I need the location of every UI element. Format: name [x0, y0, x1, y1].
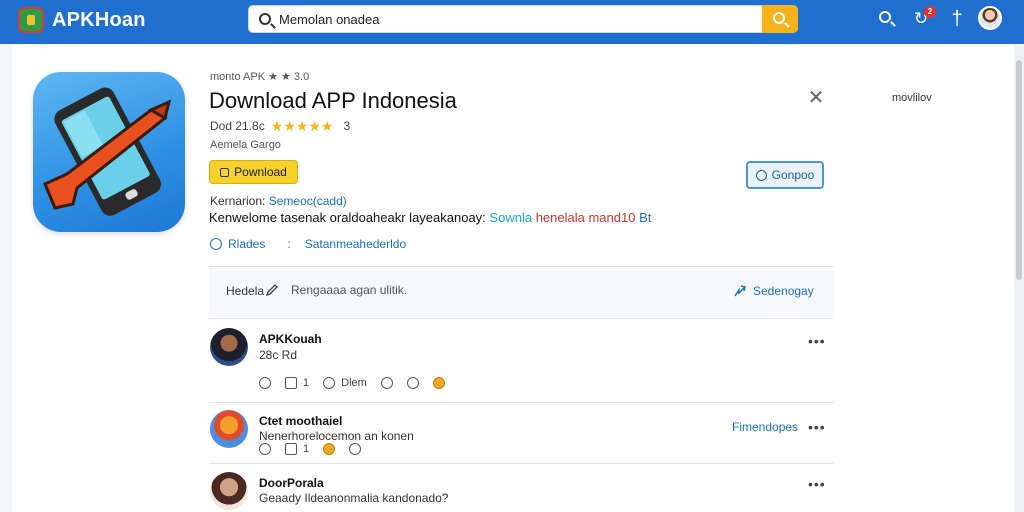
divider: [209, 318, 834, 319]
sidebar-label[interactable]: movlilov: [892, 92, 932, 104]
comment-actions: 1 Dlem: [259, 375, 445, 391]
comment-author[interactable]: DoorPorala: [259, 476, 324, 490]
rating-count: 3: [343, 119, 351, 133]
more-options-icon[interactable]: •••: [808, 334, 825, 348]
comment-avatar[interactable]: [210, 410, 248, 448]
description-highlight[interactable]: henelala mand10: [536, 210, 636, 225]
share-comment-icon[interactable]: [323, 377, 336, 389]
version-label: Kernarion:: [210, 194, 266, 208]
more-options-icon[interactable]: •••: [808, 420, 825, 434]
emoji-icon[interactable]: [323, 443, 336, 455]
repost-count: 1: [303, 443, 310, 455]
close-icon[interactable]: ✕: [806, 88, 826, 108]
add-icon[interactable]: †: [946, 8, 968, 30]
share-comment-label[interactable]: Dlem: [341, 377, 367, 389]
heart-icon[interactable]: [380, 377, 393, 389]
comment-author[interactable]: Ctet moothaiel: [259, 414, 342, 428]
star-rating-icon: ★★★★★: [270, 117, 334, 134]
comment-avatar[interactable]: [210, 328, 248, 366]
like-icon[interactable]: [210, 238, 222, 250]
repost-icon[interactable]: [285, 377, 297, 389]
share-link[interactable]: Sedenogay: [733, 284, 814, 298]
developer-label[interactable]: Aemela Gargo: [210, 139, 281, 151]
logo-text: APKHoan: [52, 8, 146, 31]
search-toggle-icon[interactable]: [875, 8, 897, 30]
share-label: Sedenogay: [753, 284, 814, 298]
description-highlight-2[interactable]: Bt: [639, 210, 651, 225]
download-button[interactable]: Pownload: [209, 160, 298, 184]
comment-avatar[interactable]: [210, 472, 248, 510]
comment-text: Geaady Ildeanonmalia kandonado?: [259, 491, 449, 505]
pencil-icon[interactable]: [265, 283, 279, 297]
reply-icon[interactable]: [259, 443, 271, 455]
more-options-icon[interactable]: •••: [808, 477, 825, 491]
chat-bubble-icon: [755, 169, 767, 181]
download-button-label: Pownload: [234, 165, 287, 179]
emoji-icon[interactable]: [432, 377, 445, 389]
logo-shield-icon: [18, 7, 44, 33]
divider: [209, 402, 834, 403]
page-title: Download APP Indonesia: [209, 88, 457, 113]
user-avatar[interactable]: [978, 6, 1002, 30]
comment-actions: 1: [259, 441, 375, 457]
action-other-link[interactable]: Satanmeahederldo: [305, 237, 406, 251]
search-input[interactable]: [279, 9, 759, 29]
connect-button[interactable]: Gonpoo: [746, 161, 824, 189]
app-icon: [33, 72, 185, 232]
search-button[interactable]: [762, 5, 798, 33]
left-gutter: [0, 44, 12, 512]
repost-count: 1: [303, 377, 310, 389]
description-link[interactable]: Sownla: [489, 210, 532, 225]
search-submit-icon: [773, 12, 785, 24]
description-text: Kenwelome tasenak oraldoaheakr layeakano…: [209, 210, 486, 225]
comment-author[interactable]: APKKouah: [259, 332, 322, 346]
download-icon: [220, 167, 230, 177]
rating-row: Dod 21.8c ★★★★★ 3: [210, 118, 350, 134]
app-action-row: Rlades : Satanmeahederldo: [210, 236, 406, 252]
connect-button-label: Gonpoo: [771, 168, 815, 182]
translate-link[interactable]: Fimendopes: [732, 420, 798, 434]
comment-text: 28c Rd: [259, 348, 298, 362]
divider: [209, 463, 834, 464]
phone-ribbon-icon: [43, 87, 172, 216]
share-comment-icon[interactable]: [349, 443, 362, 455]
reply-icon[interactable]: [259, 377, 271, 389]
divider: [209, 266, 834, 267]
app-description: Kenwelome tasenak oraldoaheakr layeakano…: [209, 210, 651, 225]
notification-badge: 2: [924, 6, 936, 18]
composer-label: Hedela: [226, 284, 265, 298]
repost-icon[interactable]: [285, 443, 297, 455]
bookmark-icon[interactable]: [406, 377, 419, 389]
action-separator: :: [287, 237, 291, 251]
site-logo[interactable]: APKHoan: [18, 5, 146, 35]
share-icon: [734, 285, 746, 297]
comment-input[interactable]: Rengaaaa agan ulitik.: [291, 283, 407, 297]
rating-prefix: Dod 21.8c: [210, 119, 265, 133]
search-icon: [259, 13, 271, 25]
version-value[interactable]: Semeoc(cadd): [269, 194, 347, 208]
version-row: Kernarion: Semeoc(cadd): [210, 194, 347, 208]
search-bar: [248, 5, 798, 33]
scrollbar-thumb[interactable]: [1016, 60, 1022, 280]
breadcrumb[interactable]: monto APK ★ ★ 3.0: [210, 70, 309, 83]
like-label[interactable]: Rlades: [228, 237, 265, 251]
